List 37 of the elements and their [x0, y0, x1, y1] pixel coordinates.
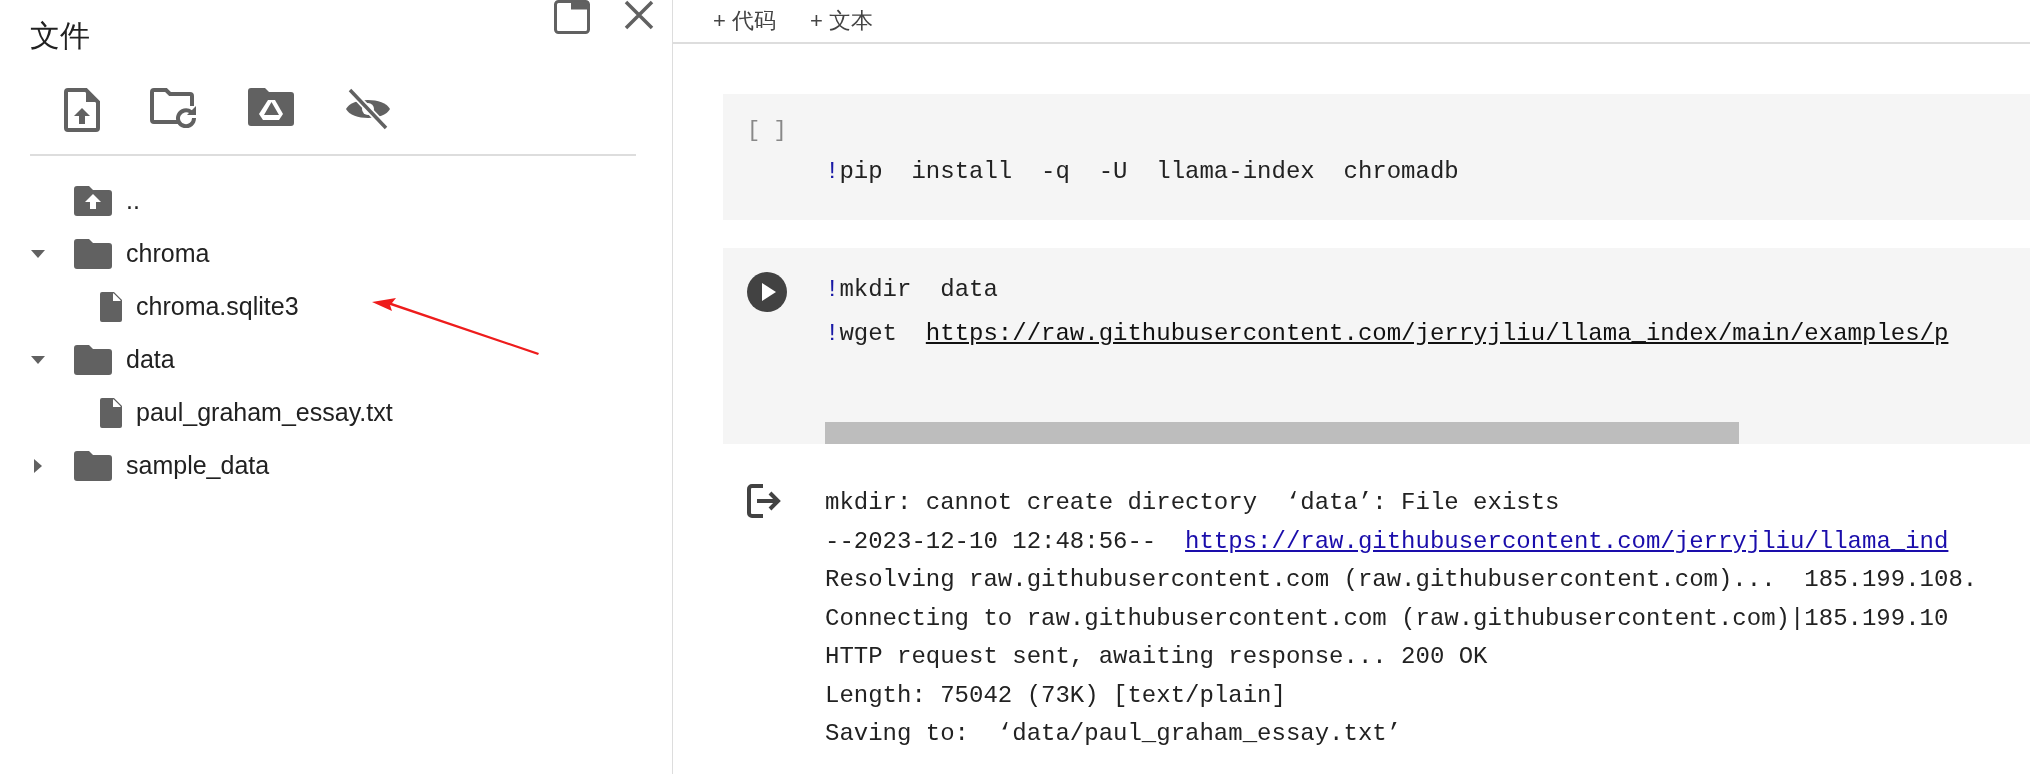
file-icon [100, 291, 122, 322]
code-line: !wget https://raw.githubusercontent.com/jerryjliu/llama_index/main/examples/p [825, 319, 1949, 349]
folder-icon [74, 238, 112, 269]
folder-up-icon [74, 185, 112, 216]
file-icon [100, 397, 122, 428]
window-icon[interactable] [554, 0, 590, 36]
run-button[interactable] [747, 272, 787, 312]
output-line: --2023-12-10 12:48:56-- https://raw.githubusercontent.com/jerryjliu/llama_ind [825, 526, 1950, 557]
eye-off-icon[interactable] [344, 88, 392, 130]
toolbar-button[interactable]: + 代码 [713, 6, 776, 36]
panel-title: 文件 [30, 17, 91, 54]
code-line: !mkdir data [825, 275, 999, 305]
output-line: Connecting to raw.githubusercontent.com (raw.githubusercontent.com)|185.199.10 [825, 603, 1950, 634]
toolbar-button[interactable]: + 文本 [809, 6, 873, 36]
folder-icon [74, 344, 112, 375]
drive-folder-icon[interactable] [248, 88, 294, 126]
output-line: Length: 75042 (73K) [text/plain] [825, 680, 1287, 711]
file-upload-icon[interactable] [64, 88, 100, 132]
output-line: mkdir: cannot create directory ‘data’: File exists [825, 488, 1561, 518]
folder-name[interactable]: chroma [126, 239, 210, 268]
folder-icon [74, 450, 112, 481]
link[interactable]: https://raw.githubusercontent.com/jerryjliu/llama_ind [1185, 527, 1949, 555]
output-line: Resolving raw.githubusercontent.com (raw.githubusercontent.com)... 185.199.108. [825, 565, 1978, 595]
code-line: !pip install -q -U llama-index chromadb [825, 157, 1459, 187]
close-icon[interactable] [624, 0, 654, 30]
output-line: HTTP request sent, awaiting response... 200 OK [825, 642, 1489, 672]
file-name[interactable]: chroma.sqlite3 [136, 292, 299, 321]
execution-count: [ ] [747, 118, 787, 143]
folder-name[interactable]: .. [126, 186, 140, 215]
file-name[interactable]: paul_graham_essay.txt [136, 398, 393, 427]
link[interactable]: https://raw.githubusercontent.com/jerryjliu/llama_index/main/examples/p [925, 320, 1949, 347]
folder-name[interactable]: sample_data [126, 451, 270, 480]
output-line: Saving to: ‘data/paul_graham_essay.txt’ [825, 719, 1403, 749]
folder-refresh-icon[interactable] [150, 88, 198, 128]
output-icon[interactable] [747, 484, 781, 518]
horizontal-scrollbar[interactable] [825, 422, 1739, 444]
folder-name[interactable]: data [126, 345, 175, 374]
